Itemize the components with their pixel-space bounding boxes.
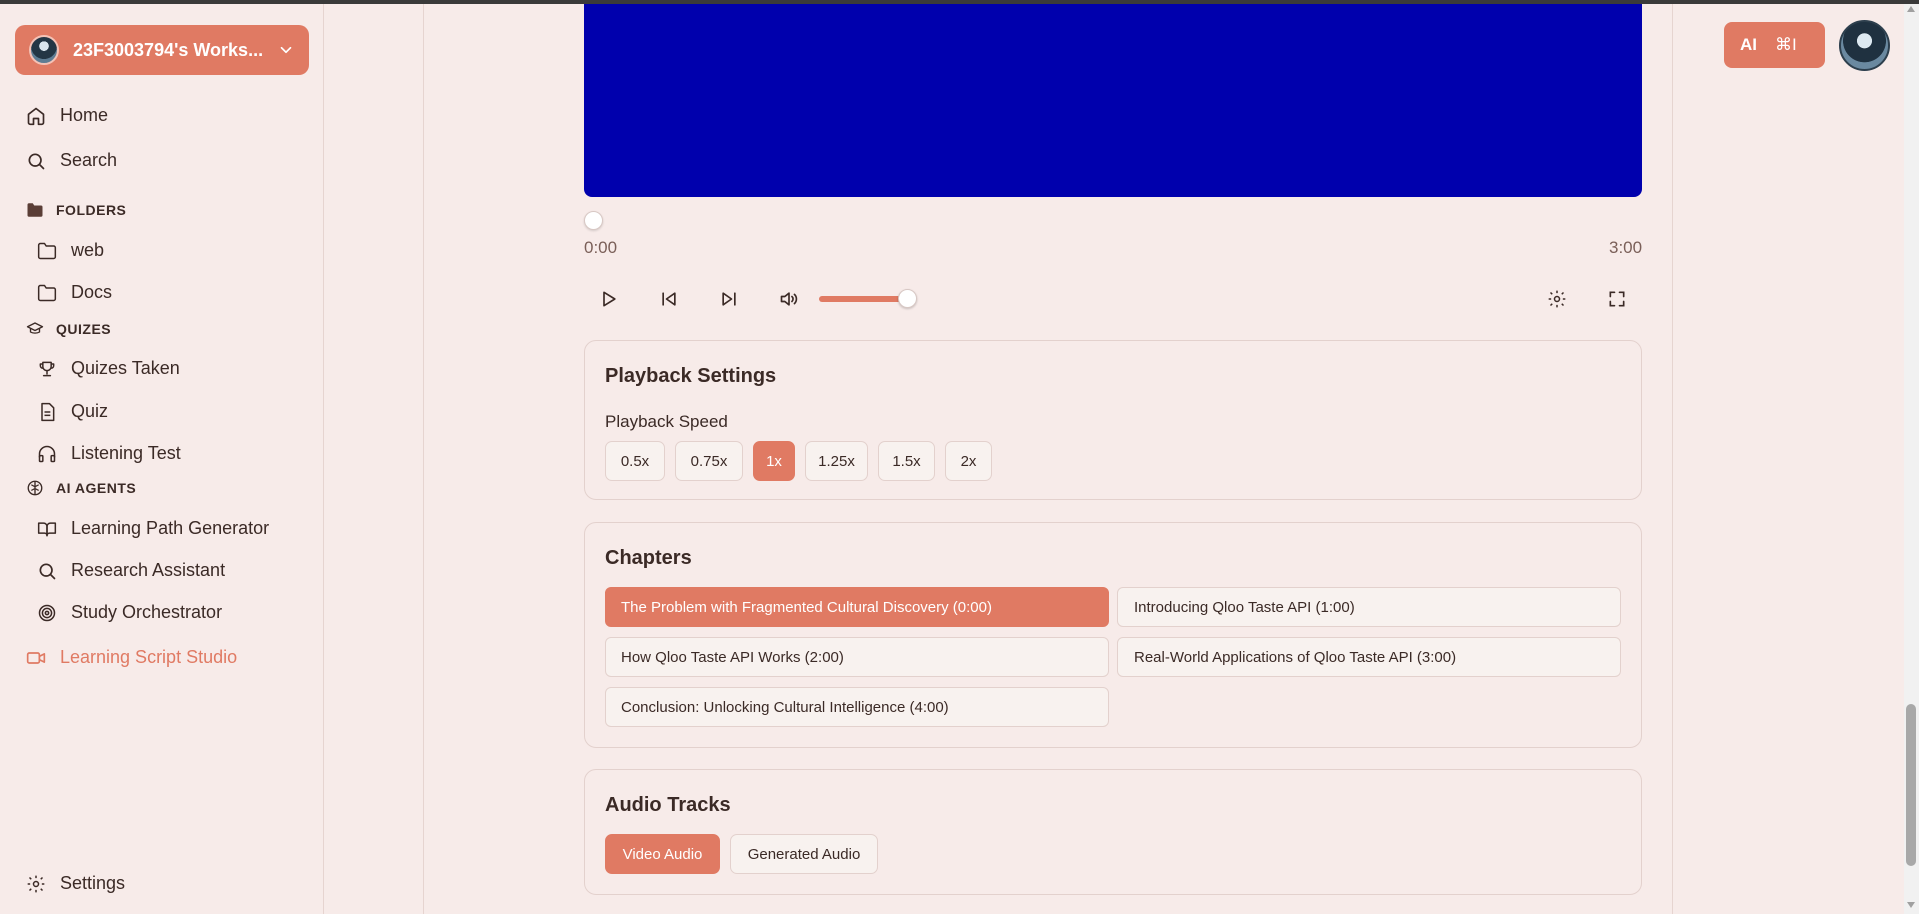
play-button[interactable]: [596, 286, 622, 312]
playback-settings-title: Playback Settings: [605, 365, 777, 387]
folder-filled-icon: [27, 203, 43, 217]
speed-option-1-25x[interactable]: 1.25x: [805, 441, 868, 481]
gear-icon: [27, 875, 45, 892]
book-open-icon: [37, 521, 57, 536]
agent-item-label: Research Assistant: [71, 560, 226, 580]
fullscreen-button[interactable]: [1604, 286, 1630, 312]
quiz-item-listening[interactable]: Listening Test: [37, 443, 181, 464]
previous-chapter-button[interactable]: [656, 286, 682, 312]
nav-learning-script-studio[interactable]: Learning Script Studio: [26, 647, 237, 668]
chevron-down-icon: [280, 46, 292, 54]
agent-item-label: Learning Path Generator: [71, 518, 270, 538]
fullscreen-icon: [1609, 291, 1625, 307]
document-icon: [41, 402, 55, 421]
speed-option-1-5x[interactable]: 1.5x: [878, 441, 935, 481]
skip-back-icon: [662, 292, 676, 306]
nav-home[interactable]: Home: [26, 105, 108, 126]
section-ai-agents: AI AGENTS: [26, 479, 136, 497]
nav-settings[interactable]: Settings: [26, 873, 125, 894]
scrollbar-thumb[interactable]: [1906, 704, 1916, 866]
quiz-item-label: Quizes Taken: [71, 358, 180, 378]
home-icon: [27, 107, 45, 125]
playback-settings-card: Playback Settings Playback Speed 0.5x 0.…: [584, 340, 1642, 500]
section-ai-agents-label: AI AGENTS: [56, 480, 137, 496]
volume-slider-track[interactable]: [819, 296, 908, 302]
agent-item-research[interactable]: Research Assistant: [37, 560, 225, 581]
nav-home-label: Home: [60, 105, 109, 125]
ai-label: AI: [1740, 35, 1757, 54]
workspace-switcher[interactable]: 23F3003794's Works...: [15, 25, 309, 75]
volume-icon: [780, 292, 798, 306]
folder-item-label: web: [71, 240, 105, 260]
video-camera-icon: [26, 651, 46, 664]
audio-tracks-title: Audio Tracks: [605, 794, 731, 816]
graduation-cap-icon: [26, 322, 44, 334]
chapter-item[interactable]: Real-World Applications of Qloo Taste AP…: [1117, 637, 1621, 677]
folder-icon: [37, 284, 57, 301]
avatar[interactable]: [1839, 20, 1890, 71]
search-icon: [28, 153, 45, 169]
volume-slider-thumb[interactable]: [898, 289, 917, 308]
nav-settings-label: Settings: [60, 873, 126, 893]
chapter-item[interactable]: The Problem with Fragmented Cultural Dis…: [605, 587, 1109, 627]
duration-time: 3:00: [1609, 238, 1643, 257]
chapter-item[interactable]: How Qloo Taste API Works (2:00): [605, 637, 1109, 677]
target-icon: [38, 604, 56, 621]
chapters-title: Chapters: [605, 547, 692, 569]
quiz-item-label: Quiz: [71, 401, 109, 421]
scroll-down-arrow-icon[interactable]: [1906, 900, 1916, 910]
window-top-border: [0, 0, 1919, 4]
folder-icon: [37, 242, 57, 259]
audio-track-video[interactable]: Video Audio: [605, 834, 720, 874]
workspace-avatar: [29, 35, 59, 65]
scroll-up-arrow-icon[interactable]: [1906, 4, 1916, 14]
quiz-item-taken[interactable]: Quizes Taken: [37, 358, 180, 379]
search-icon: [39, 563, 56, 579]
section-quizes: QUIZES: [26, 320, 111, 338]
ai-shortcut: ⌘I: [1775, 35, 1797, 54]
chapter-item[interactable]: Introducing Qloo Taste API (1:00): [1117, 587, 1621, 627]
quiz-item-label: Listening Test: [71, 443, 181, 463]
sidebar: 23F3003794's Works... Home Search FOLDER…: [0, 0, 324, 914]
brain-icon: [27, 480, 43, 496]
section-folders: FOLDERS: [26, 201, 126, 219]
agent-item-learning-path[interactable]: Learning Path Generator: [37, 518, 269, 539]
speed-option-2x[interactable]: 2x: [945, 441, 992, 481]
content-gutter-left: [324, 0, 424, 914]
nav-search-label: Search: [60, 150, 118, 170]
audio-track-generated[interactable]: Generated Audio: [730, 834, 878, 874]
play-icon: [603, 291, 616, 307]
audio-tracks-card: Audio Tracks Video Audio Generated Audio: [584, 769, 1642, 895]
seek-slider-thumb[interactable]: [584, 211, 603, 230]
chapter-item[interactable]: Conclusion: Unlocking Cultural Intellige…: [605, 687, 1109, 727]
folder-item-web[interactable]: web: [37, 240, 104, 261]
folder-item-label: Docs: [71, 282, 113, 302]
skip-forward-icon: [722, 292, 736, 306]
nav-search[interactable]: Search: [26, 150, 117, 171]
video-frame[interactable]: [584, 4, 1642, 197]
agent-item-orchestrator[interactable]: Study Orchestrator: [37, 602, 222, 623]
trophy-icon: [39, 361, 55, 376]
content-gutter-right: [1672, 0, 1804, 914]
folder-item-docs[interactable]: Docs: [37, 282, 112, 303]
next-chapter-button[interactable]: [716, 286, 742, 312]
headphones-icon: [38, 445, 56, 462]
chapters-card: Chapters The Problem with Fragmented Cul…: [584, 522, 1642, 748]
player-settings-button[interactable]: [1544, 286, 1570, 312]
workspace-name: 23F3003794's Works...: [73, 39, 264, 60]
agent-item-label: Study Orchestrator: [71, 602, 223, 622]
gear-icon: [1548, 290, 1566, 308]
section-folders-label: FOLDERS: [56, 202, 127, 218]
quiz-item-quiz[interactable]: Quiz: [37, 401, 108, 422]
playback-speed-label: Playback Speed: [605, 412, 728, 431]
ai-assistant-button[interactable]: AI ⌘I: [1724, 22, 1825, 68]
nav-studio-label: Learning Script Studio: [60, 647, 238, 667]
section-quizes-label: QUIZES: [56, 321, 112, 337]
speed-option-0-5x[interactable]: 0.5x: [605, 441, 665, 481]
speed-option-0-75x[interactable]: 0.75x: [675, 441, 743, 481]
speed-option-1x[interactable]: 1x: [753, 441, 795, 481]
current-time: 0:00: [584, 238, 618, 257]
mute-button[interactable]: [776, 286, 802, 312]
